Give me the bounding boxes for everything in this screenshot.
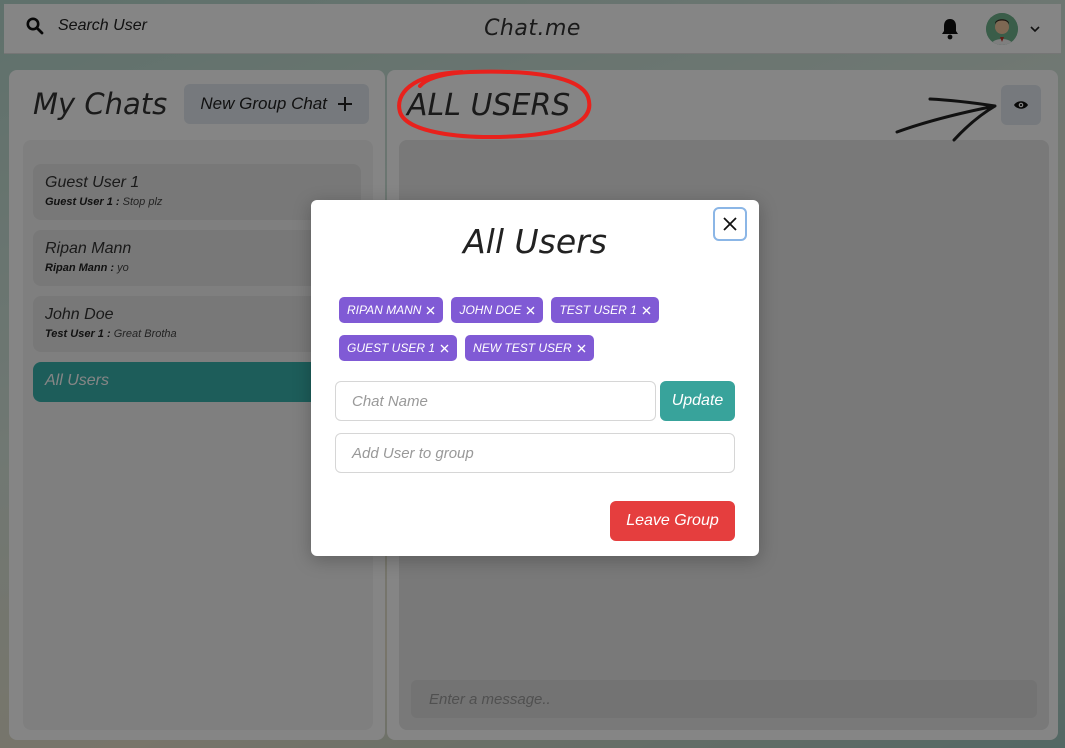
leave-group-button[interactable]: Leave Group: [610, 501, 735, 541]
modal-close-button[interactable]: [713, 207, 747, 241]
modal-title: All Users: [463, 222, 607, 261]
red-circle-annotation: [397, 69, 592, 139]
member-name: RIPAN MANN: [347, 303, 422, 317]
add-user-input[interactable]: Add User to group: [335, 433, 735, 473]
group-settings-modal: All Users RIPAN MANN JOHN DOE TEST USER …: [311, 200, 759, 556]
chat-name-input[interactable]: Chat Name: [335, 381, 656, 421]
member-name: TEST USER 1: [559, 303, 637, 317]
remove-member-icon[interactable]: [440, 344, 449, 353]
member-badge[interactable]: GUEST USER 1: [339, 335, 458, 361]
remove-member-icon[interactable]: [577, 344, 586, 353]
member-badge[interactable]: NEW TEST USER: [465, 335, 594, 361]
update-button[interactable]: Update: [660, 381, 735, 421]
member-name: GUEST USER 1: [347, 341, 436, 355]
remove-member-icon[interactable]: [426, 306, 435, 315]
member-badge[interactable]: RIPAN MANN: [339, 297, 444, 323]
member-badge[interactable]: TEST USER 1: [551, 297, 659, 323]
member-name: JOHN DOE: [459, 303, 522, 317]
member-badge[interactable]: JOHN DOE: [451, 297, 544, 323]
close-icon: [723, 217, 737, 231]
arrow-annotation: [895, 97, 997, 142]
remove-member-icon[interactable]: [526, 306, 535, 315]
member-badges: RIPAN MANN JOHN DOE TEST USER 1 GUEST US…: [339, 297, 739, 361]
member-name: NEW TEST USER: [473, 341, 572, 355]
remove-member-icon[interactable]: [642, 306, 651, 315]
